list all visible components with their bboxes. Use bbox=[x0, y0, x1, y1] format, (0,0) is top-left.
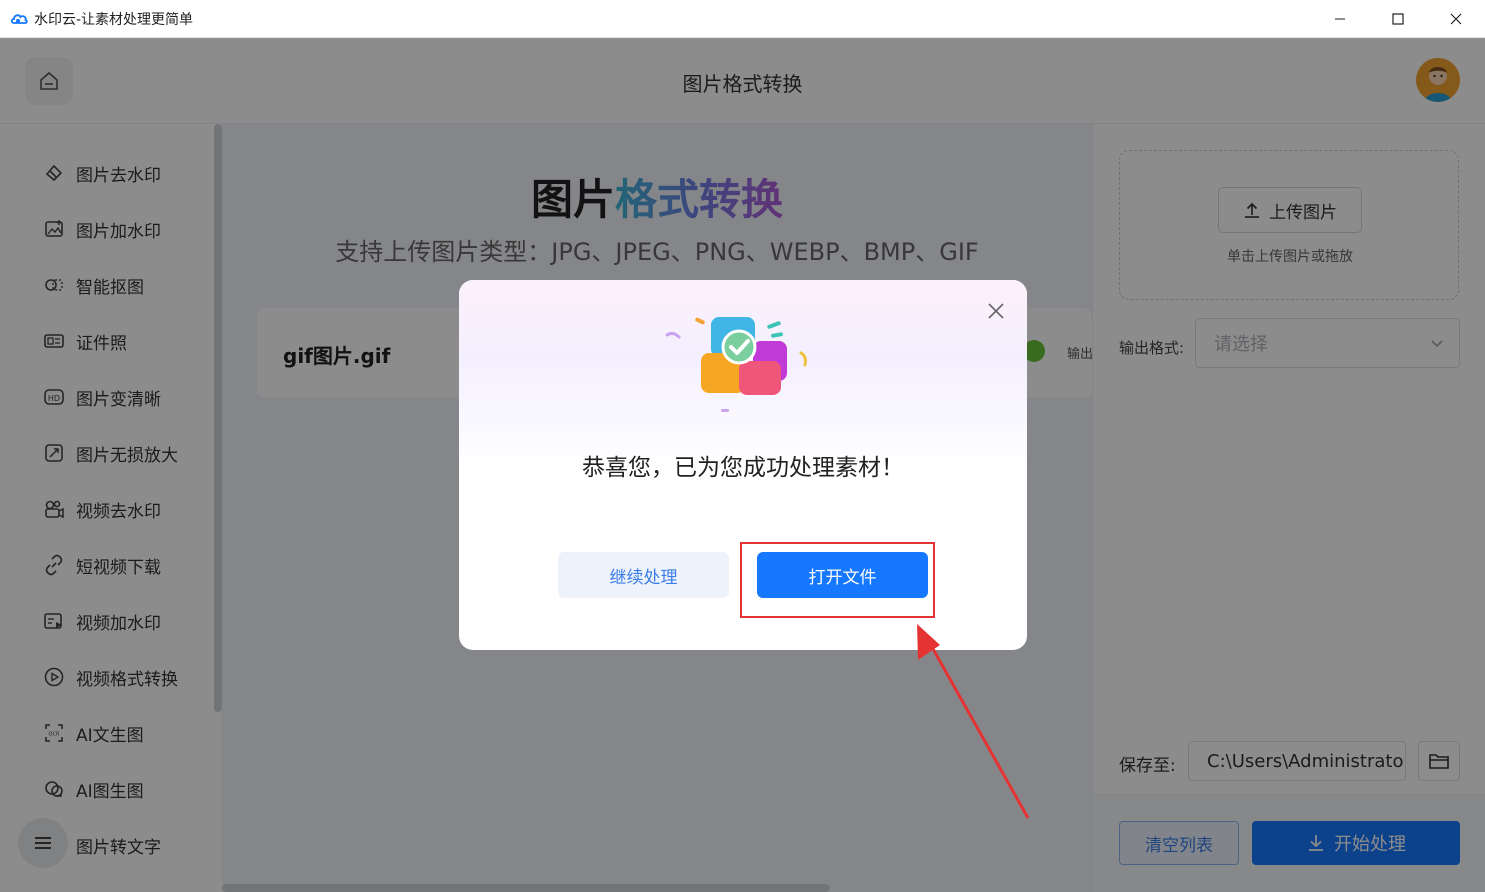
maximize-button[interactable] bbox=[1369, 0, 1427, 38]
minimize-button[interactable] bbox=[1311, 0, 1369, 38]
window-title: 水印云-让素材处理更简单 bbox=[34, 11, 194, 28]
continue-processing-button[interactable]: 继续处理 bbox=[558, 552, 729, 598]
success-message: 恭喜您，已为您成功处理素材！ bbox=[582, 455, 904, 481]
dialog-close-icon[interactable] bbox=[985, 300, 1007, 322]
puzzle-success-icon bbox=[665, 317, 807, 412]
cloud-logo-icon bbox=[10, 13, 28, 24]
title-bar: 水印云-让素材处理更简单 bbox=[0, 0, 1485, 38]
close-window-button[interactable] bbox=[1427, 0, 1485, 38]
annotation-highlight-box bbox=[740, 542, 935, 618]
close-icon bbox=[1450, 13, 1462, 25]
maximize-icon bbox=[1392, 13, 1404, 25]
minimize-icon bbox=[1335, 18, 1345, 20]
